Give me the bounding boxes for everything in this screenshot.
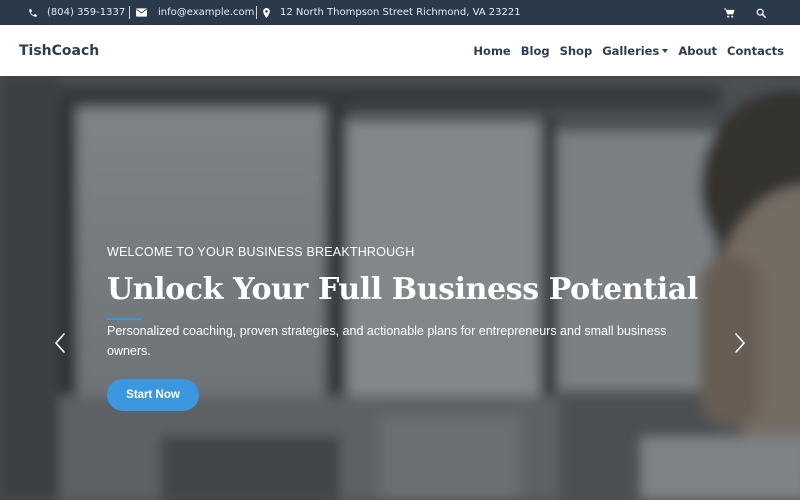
nav-contacts[interactable]: Contacts — [727, 44, 784, 58]
hero-eyebrow: WELCOME TO YOUR BUSINESS BREAKTHROUGH — [107, 245, 415, 259]
envelope-icon — [136, 0, 147, 25]
chevron-right-icon[interactable] — [733, 332, 747, 354]
divider — [256, 6, 257, 19]
main-menu: Home Blog Shop Galleries About Contacts — [463, 25, 784, 76]
search-icon[interactable] — [756, 0, 766, 25]
main-navbar: TishCoach Home Blog Shop Galleries About… — [0, 25, 800, 76]
nav-galleries-dropdown[interactable]: Galleries — [602, 43, 669, 58]
start-now-button[interactable]: Start Now — [107, 379, 199, 411]
hero-title: Unlock Your Full Business Potential — [107, 272, 698, 307]
hero-slider: WELCOME TO YOUR BUSINESS BREAKTHROUGH Un… — [0, 76, 800, 500]
cart-icon[interactable] — [724, 0, 735, 25]
chevron-left-icon[interactable] — [53, 332, 67, 354]
divider — [129, 6, 130, 19]
nav-about[interactable]: About — [678, 44, 717, 58]
nav-shop[interactable]: Shop — [560, 44, 593, 58]
nav-home[interactable]: Home — [473, 44, 510, 58]
brand-logo[interactable]: TishCoach — [19, 25, 99, 76]
phone-icon — [28, 0, 38, 25]
nav-about-label: About — [678, 43, 718, 58]
street-address: 12 North Thompson Street Richmond, VA 23… — [280, 7, 521, 18]
title-accent-line — [107, 318, 141, 320]
email-address[interactable]: info@example.com — [158, 0, 254, 25]
nav-blog[interactable]: Blog — [521, 44, 550, 58]
top-info-bar: (804) 359-1337 info@example.com 12 North… — [0, 0, 800, 25]
caret-down-icon — [662, 48, 669, 53]
phone-number[interactable]: (804) 359-1337 — [47, 0, 125, 25]
nav-galleries-label: Galleries — [602, 43, 660, 58]
nav-shop-label: Shop — [559, 43, 593, 58]
nav-contacts-label: Contacts — [727, 43, 784, 58]
nav-home-label: Home — [473, 43, 511, 58]
hero-subtitle: Personalized coaching, proven strategies… — [107, 324, 667, 358]
map-marker-icon — [263, 0, 270, 25]
nav-blog-label: Blog — [520, 43, 550, 58]
